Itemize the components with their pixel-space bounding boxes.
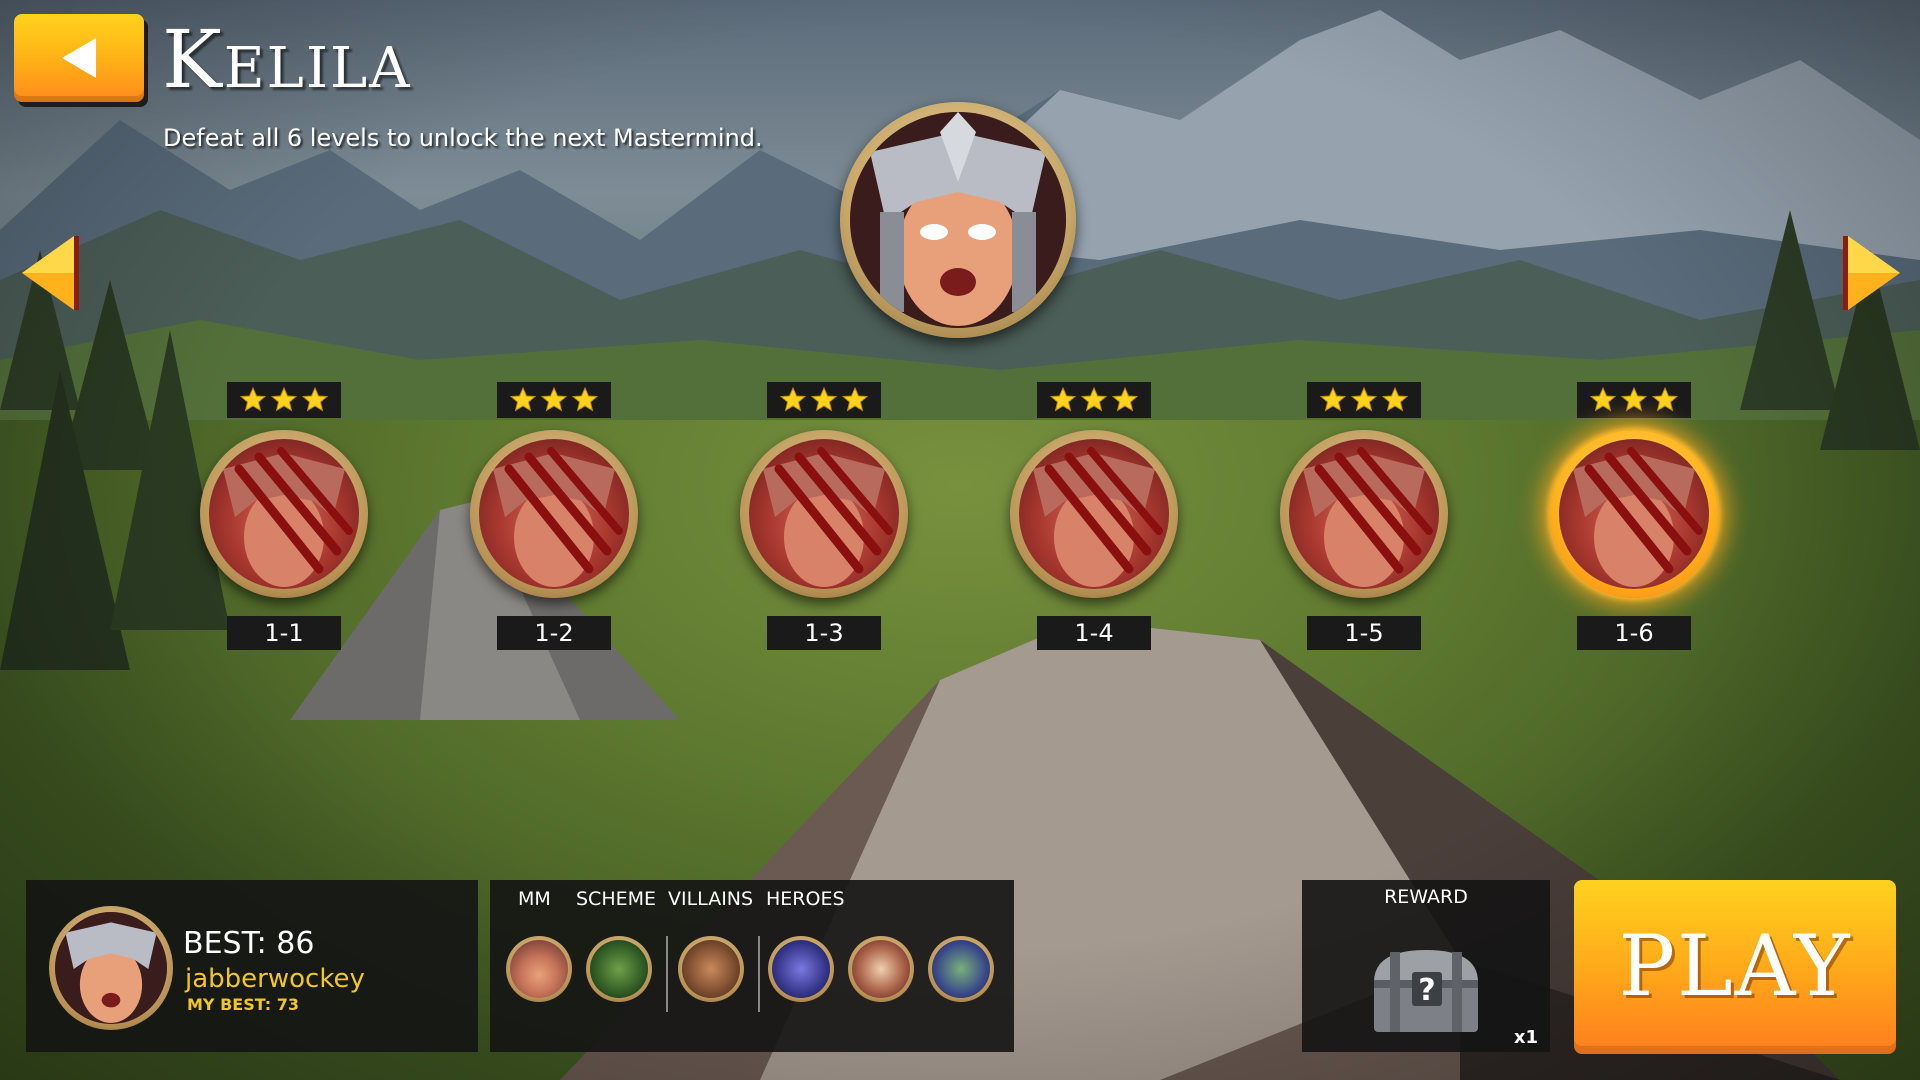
hero-card[interactable]: [768, 936, 834, 1002]
star-icon: [1080, 386, 1108, 412]
best-player-avatar: [49, 906, 173, 1030]
defeated-mastermind-avatar: [1019, 439, 1169, 589]
star-icon: [1111, 386, 1139, 412]
back-arrow-icon: [62, 38, 96, 78]
star-icon: [1381, 386, 1409, 412]
my-best-score: MY BEST: 73: [187, 995, 299, 1014]
level-medal[interactable]: [1010, 430, 1178, 598]
best-score: BEST: 86: [183, 926, 315, 961]
star-icon: [1350, 386, 1378, 412]
chevron-left-icon[interactable]: [20, 234, 80, 312]
level-label: 1-2: [497, 616, 611, 650]
star-icon: [571, 386, 599, 412]
team-divider: [666, 936, 668, 1012]
level-medal[interactable]: [470, 430, 638, 598]
star-icon: [509, 386, 537, 412]
mastermind-card[interactable]: [506, 936, 572, 1002]
play-button[interactable]: PLAY: [1574, 880, 1896, 1054]
star-icon: [239, 386, 267, 412]
hero-card[interactable]: [928, 936, 994, 1002]
star-icon: [841, 386, 869, 412]
star-icon: [301, 386, 329, 412]
chevron-right-icon[interactable]: [1842, 234, 1902, 312]
page-subtitle: Defeat all 6 levels to unlock the next M…: [163, 124, 763, 152]
level-label: 1-6: [1577, 616, 1691, 650]
best-player-name[interactable]: jabberwockey: [185, 964, 365, 994]
mastermind-avatar: [850, 112, 1066, 328]
level-stars: [767, 382, 881, 418]
level-label: 1-5: [1307, 616, 1421, 650]
defeated-mastermind-avatar: [1559, 439, 1709, 589]
back-button[interactable]: [14, 14, 144, 102]
best-score-panel: BEST: 86 jabberwockey MY BEST: 73: [26, 880, 478, 1052]
level-stars: [1577, 382, 1691, 418]
star-icon: [1651, 386, 1679, 412]
star-icon: [1589, 386, 1617, 412]
level-medal-selected[interactable]: [1550, 430, 1718, 598]
level-medal[interactable]: [740, 430, 908, 598]
team-header-villains: VILLAINS: [668, 888, 754, 910]
team-divider: [758, 936, 760, 1012]
star-icon: [1319, 386, 1347, 412]
team-header-mm: MM: [518, 888, 551, 910]
level-label: 1-4: [1037, 616, 1151, 650]
scheme-card[interactable]: [586, 936, 652, 1002]
reward-panel: REWARD ? x1: [1302, 880, 1550, 1052]
defeated-mastermind-avatar: [209, 439, 359, 589]
team-panel: MM SCHEME VILLAINS HEROES: [490, 880, 1014, 1052]
level-medal[interactable]: [1280, 430, 1448, 598]
reward-count: x1: [1513, 1027, 1538, 1048]
star-icon: [779, 386, 807, 412]
level-label: 1-3: [767, 616, 881, 650]
level-stars: [1037, 382, 1151, 418]
play-label: PLAY: [1618, 917, 1852, 1015]
mastermind-portrait: [840, 102, 1076, 338]
star-icon: [810, 386, 838, 412]
star-icon: [1620, 386, 1648, 412]
page-title: Kelila: [162, 13, 412, 106]
level-stars: [497, 382, 611, 418]
reward-label: REWARD: [1384, 886, 1468, 908]
defeated-mastermind-avatar: [1289, 439, 1439, 589]
mystery-chest-icon[interactable]: ?: [1366, 942, 1486, 1038]
star-icon: [270, 386, 298, 412]
level-stars: [227, 382, 341, 418]
villain-card[interactable]: [678, 936, 744, 1002]
hero-card[interactable]: [848, 936, 914, 1002]
defeated-mastermind-avatar: [479, 439, 629, 589]
team-header-scheme: SCHEME: [576, 888, 657, 910]
star-icon: [540, 386, 568, 412]
star-icon: [1049, 386, 1077, 412]
level-stars: [1307, 382, 1421, 418]
level-medal[interactable]: [200, 430, 368, 598]
level-label: 1-1: [227, 616, 341, 650]
defeated-mastermind-avatar: [749, 439, 899, 589]
team-header-heroes: HEROES: [766, 888, 845, 910]
svg-text:?: ?: [1418, 973, 1435, 1008]
